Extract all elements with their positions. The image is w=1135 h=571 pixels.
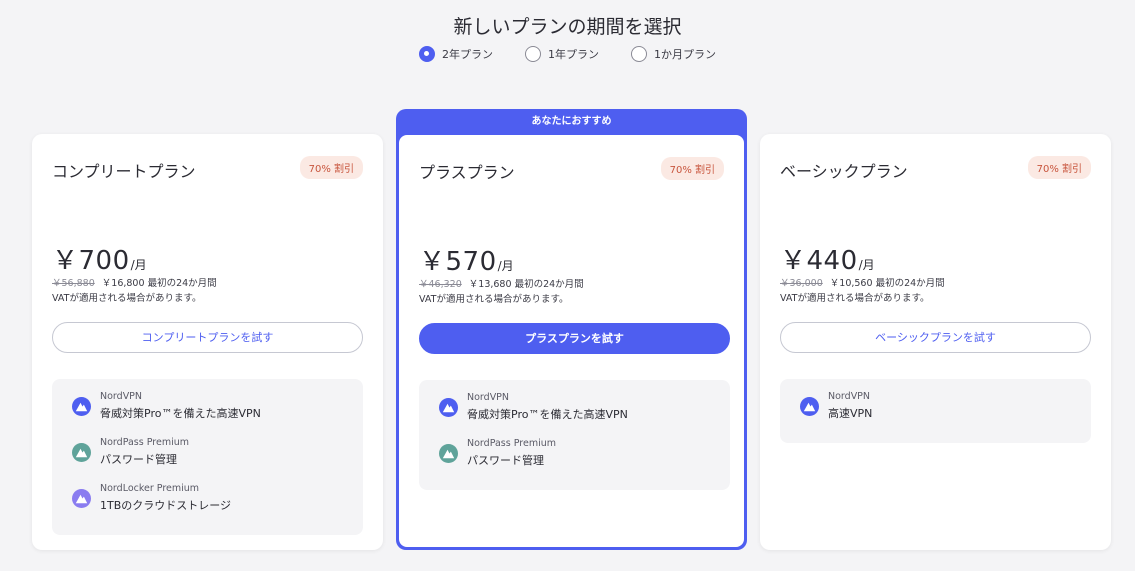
discount-badge: 70% 割引 [299,156,363,179]
feature-list: NordVPN 高速VPN [780,379,1091,443]
billing-info: ￥56,880 ￥16,800 最初の24か月間 [52,275,217,289]
try-basic-button[interactable]: ベーシックプランを試す [780,322,1091,353]
old-price: ￥56,880 [52,278,95,289]
feature-desc: パスワード管理 [100,453,177,466]
period-label-1year: 1年プラン [548,48,599,61]
period-selector: 2年プラン 1年プラン 1か月プラン [0,46,1135,62]
nordvpn-icon [800,396,819,416]
plan-card-complete: コンプリートプラン 70% 割引 ￥700 /月 ￥56,880 ￥16,800… [32,134,383,550]
period-option-1month[interactable]: 1か月プラン [631,46,716,62]
price: ￥440 [780,246,858,276]
vat-note: VATが適用される場合があります。 [780,293,930,304]
new-price: ￥13,680 [468,279,512,290]
billing-info: ￥36,000 ￥10,560 最初の24か月間 [780,275,945,289]
price: ￥700 [52,246,130,276]
old-price: ￥36,000 [780,278,823,289]
feature-desc: 1TBのクラウドストレージ [100,499,232,512]
nordpass-icon [72,442,91,462]
period-label-1month: 1か月プラン [654,48,716,61]
price-period: /月 [858,258,875,272]
discount-badge: 70% 割引 [660,157,724,180]
feature-product: NordVPN [100,391,143,402]
nordvpn-icon [72,396,91,416]
price-row: ￥570 /月 [419,241,514,278]
feature-product: NordLocker Premium [100,483,200,494]
feature-item: NordPass Premium パスワード管理 [72,437,343,467]
radio-1month[interactable] [631,46,647,62]
price-row: ￥440 /月 [780,240,875,277]
nordlocker-icon [72,488,91,508]
price-period: /月 [130,258,147,272]
plan-card-plus-recommended: あなたにおすすめ プラスプラン 70% 割引 ￥570 /月 ￥46,320 ￥… [396,109,747,550]
recommended-banner: あなたにおすすめ [531,116,612,127]
feature-item: NordVPN 高速VPN [800,391,1071,421]
feature-desc: パスワード管理 [467,454,544,467]
feature-list: NordVPN 脅威対策Pro™を備えた高速VPN NordPass Premi… [419,380,730,490]
feature-product: NordVPN [828,391,871,402]
try-complete-button[interactable]: コンプリートプランを試す [52,322,363,353]
old-price: ￥46,320 [419,279,462,290]
vat-note: VATが適用される場合があります。 [52,293,202,304]
period-note: 最初の24か月間 [147,278,217,289]
plan-card-plus: プラスプラン 70% 割引 ￥570 /月 ￥46,320 ￥13,680 最初… [399,135,744,547]
vat-note: VATが適用される場合があります。 [419,294,569,305]
plan-name: プラスプラン [419,163,515,182]
feature-item: NordLocker Premium 1TBのクラウドストレージ [72,483,343,513]
feature-product: NordPass Premium [467,438,557,449]
period-option-2year[interactable]: 2年プラン [419,46,493,62]
plan-name: コンプリートプラン [52,162,196,181]
plan-name: ベーシックプラン [780,162,908,181]
page-title: 新しいプランの期間を選択 [453,16,682,38]
feature-item: NordPass Premium パスワード管理 [439,438,710,468]
feature-item: NordVPN 脅威対策Pro™を備えた高速VPN [72,391,343,421]
plan-card-basic: ベーシックプラン 70% 割引 ￥440 /月 ￥36,000 ￥10,560 … [760,134,1111,550]
new-price: ￥10,560 [829,278,873,289]
feature-product: NordVPN [467,392,510,403]
price-row: ￥700 /月 [52,240,147,277]
period-note: 最初の24か月間 [875,278,945,289]
feature-desc: 脅威対策Pro™を備えた高速VPN [467,408,628,421]
discount-badge: 70% 割引 [1027,156,1091,179]
feature-desc: 脅威対策Pro™を備えた高速VPN [100,407,261,420]
nordvpn-icon [439,397,458,417]
nordpass-icon [439,443,458,463]
new-price: ￥16,800 [101,278,145,289]
radio-1year[interactable] [525,46,541,62]
radio-2year[interactable] [419,46,435,62]
try-plus-button[interactable]: プラスプランを試す [419,323,730,354]
price: ￥570 [419,247,497,277]
feature-product: NordPass Premium [100,437,190,448]
period-label-2year: 2年プラン [442,48,493,61]
period-note: 最初の24か月間 [514,279,584,290]
feature-desc: 高速VPN [828,407,873,420]
feature-item: NordVPN 脅威対策Pro™を備えた高速VPN [439,392,710,422]
period-option-1year[interactable]: 1年プラン [525,46,599,62]
price-period: /月 [497,259,514,273]
billing-info: ￥46,320 ￥13,680 最初の24か月間 [419,276,584,290]
feature-list: NordVPN 脅威対策Pro™を備えた高速VPN NordPass Premi… [52,379,363,535]
